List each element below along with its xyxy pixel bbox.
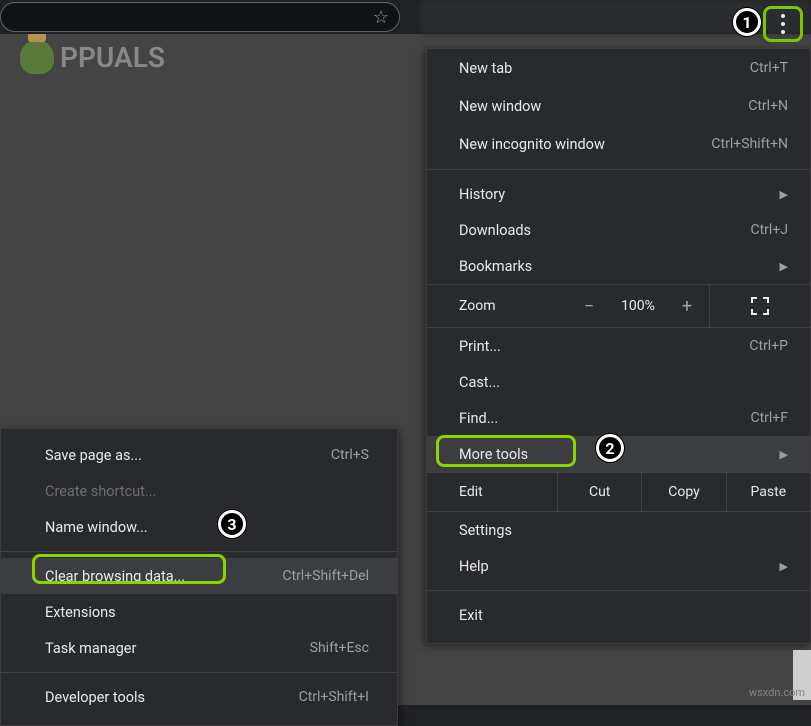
menu-label: Bookmarks bbox=[459, 258, 532, 275]
submenu-item-clear-browsing-data[interactable]: Clear browsing data... Ctrl+Shift+Del bbox=[1, 558, 397, 594]
chevron-right-icon: ▶ bbox=[780, 560, 788, 573]
menu-item-print[interactable]: Print... Ctrl+P bbox=[427, 328, 810, 364]
menu-shortcut: Ctrl+J bbox=[750, 222, 788, 238]
menu-item-history[interactable]: History ▶ bbox=[427, 176, 810, 212]
menu-shortcut: Ctrl+T bbox=[750, 60, 788, 76]
menu-shortcut: Ctrl+S bbox=[331, 447, 369, 463]
submenu-item-save-page[interactable]: Save page as... Ctrl+S bbox=[1, 437, 397, 473]
zoom-percentage: 100% bbox=[611, 298, 665, 314]
menu-item-new-incognito[interactable]: New incognito window Ctrl+Shift+N bbox=[427, 125, 810, 163]
menu-shortcut: Ctrl+P bbox=[749, 338, 788, 354]
menu-label: Developer tools bbox=[45, 689, 145, 706]
edit-cut-button[interactable]: Cut bbox=[557, 473, 641, 511]
kebab-icon bbox=[781, 14, 785, 34]
callout-badge-1: 1 bbox=[733, 8, 761, 36]
zoom-in-button[interactable]: + bbox=[665, 296, 709, 317]
main-menu: New tab Ctrl+T New window Ctrl+N New inc… bbox=[426, 48, 811, 644]
zoom-label: Zoom bbox=[427, 298, 567, 314]
logo-text: PPUALS bbox=[60, 41, 165, 74]
menu-shortcut: Ctrl+F bbox=[750, 410, 788, 426]
menu-shortcut: Ctrl+Shift+I bbox=[299, 689, 369, 705]
menu-item-cast[interactable]: Cast... bbox=[427, 364, 810, 400]
watermark: wsxdn.com bbox=[749, 686, 805, 699]
zoom-out-button[interactable]: − bbox=[567, 296, 611, 317]
callout-badge-3: 3 bbox=[218, 510, 246, 538]
edit-label: Edit bbox=[427, 484, 557, 500]
submenu-item-name-window[interactable]: Name window... bbox=[1, 509, 397, 545]
chevron-right-icon: ▶ bbox=[780, 188, 788, 201]
more-tools-submenu: Save page as... Ctrl+S Create shortcut..… bbox=[0, 428, 398, 726]
menu-item-exit[interactable]: Exit bbox=[427, 597, 810, 633]
menu-label: Print... bbox=[459, 338, 501, 355]
menu-label: Settings bbox=[459, 522, 512, 539]
menu-item-settings[interactable]: Settings bbox=[427, 512, 810, 548]
menu-label: Downloads bbox=[459, 222, 531, 239]
menu-separator bbox=[427, 590, 810, 591]
menu-label: New window bbox=[459, 98, 541, 115]
menu-separator bbox=[1, 551, 397, 552]
menu-label: New tab bbox=[459, 60, 512, 77]
menu-label: Help bbox=[459, 558, 489, 575]
menu-item-new-window[interactable]: New window Ctrl+N bbox=[427, 87, 810, 125]
menu-item-help[interactable]: Help ▶ bbox=[427, 548, 810, 584]
menu-shortcut: Ctrl+Shift+N bbox=[711, 136, 788, 152]
chevron-right-icon: ▶ bbox=[780, 448, 788, 461]
menu-shortcut: Ctrl+Shift+Del bbox=[282, 568, 369, 584]
menu-label: Save page as... bbox=[45, 447, 142, 464]
menu-shortcut: Ctrl+N bbox=[748, 98, 788, 114]
menu-shortcut: Shift+Esc bbox=[310, 640, 369, 656]
menu-zoom-row: Zoom − 100% + bbox=[427, 284, 810, 328]
menu-item-bookmarks[interactable]: Bookmarks ▶ bbox=[427, 248, 810, 284]
menu-label: Find... bbox=[459, 410, 498, 427]
bookmark-star-icon[interactable]: ☆ bbox=[373, 7, 389, 28]
menu-label: Task manager bbox=[45, 640, 136, 657]
menu-item-new-tab[interactable]: New tab Ctrl+T bbox=[427, 49, 810, 87]
menu-separator bbox=[427, 169, 810, 170]
menu-label: Create shortcut... bbox=[45, 483, 156, 500]
menu-label: Exit bbox=[459, 607, 483, 624]
callout-badge-2: 2 bbox=[596, 434, 624, 462]
logo: PPUALS bbox=[20, 40, 165, 74]
menu-label: Cast... bbox=[459, 374, 500, 391]
menu-label: History bbox=[459, 186, 505, 203]
menu-label: Name window... bbox=[45, 519, 148, 536]
menu-separator bbox=[1, 672, 397, 673]
submenu-item-developer-tools[interactable]: Developer tools Ctrl+Shift+I bbox=[1, 679, 397, 715]
submenu-item-extensions[interactable]: Extensions bbox=[1, 594, 397, 630]
menu-item-find[interactable]: Find... Ctrl+F bbox=[427, 400, 810, 436]
menu-label: More tools bbox=[459, 446, 528, 463]
three-dots-menu-button[interactable] bbox=[763, 6, 803, 42]
menu-label: Extensions bbox=[45, 604, 116, 621]
edit-paste-button[interactable]: Paste bbox=[726, 473, 810, 511]
menu-item-downloads[interactable]: Downloads Ctrl+J bbox=[427, 212, 810, 248]
chevron-right-icon: ▶ bbox=[780, 260, 788, 273]
logo-mascot-icon bbox=[20, 40, 54, 74]
fullscreen-button[interactable] bbox=[709, 285, 810, 327]
submenu-item-create-shortcut: Create shortcut... bbox=[1, 473, 397, 509]
menu-label: New incognito window bbox=[459, 136, 605, 153]
menu-edit-row: Edit Cut Copy Paste bbox=[427, 472, 810, 512]
submenu-item-task-manager[interactable]: Task manager Shift+Esc bbox=[1, 630, 397, 666]
address-bar[interactable]: ☆ bbox=[0, 2, 400, 32]
fullscreen-icon bbox=[751, 297, 769, 315]
menu-label: Clear browsing data... bbox=[45, 568, 185, 585]
browser-toolbar: ☆ bbox=[0, 0, 811, 34]
edit-copy-button[interactable]: Copy bbox=[641, 473, 725, 511]
